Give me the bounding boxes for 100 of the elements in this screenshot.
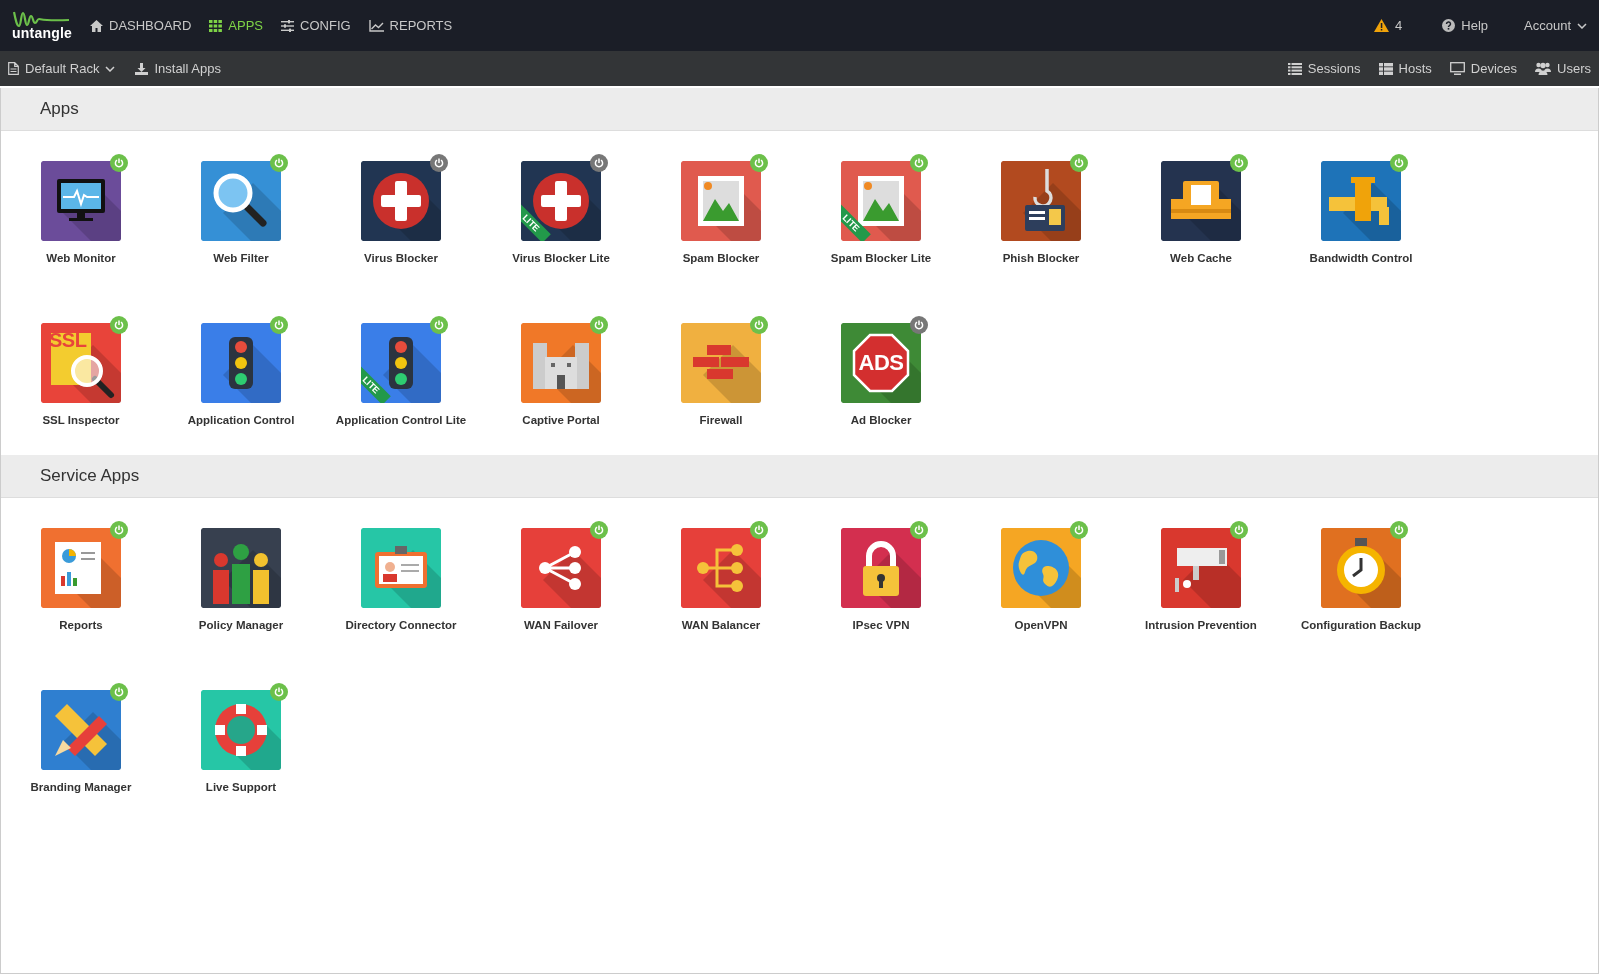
id-card-icon	[361, 528, 441, 608]
app-label[interactable]: Web Monitor	[11, 252, 151, 264]
power-icon	[1234, 158, 1244, 168]
power-button[interactable]	[110, 154, 128, 172]
toolbar-link[interactable]: Hosts	[1378, 58, 1432, 79]
power-icon	[1394, 158, 1404, 168]
app-label[interactable]: WAN Failover	[491, 619, 631, 631]
app-label[interactable]: Spam Blocker	[651, 252, 791, 264]
install-apps-button[interactable]: Install Apps	[135, 58, 221, 79]
monitor-icon	[1449, 62, 1465, 75]
castle-icon	[521, 323, 601, 403]
app-label[interactable]: OpenVPN	[971, 619, 1111, 631]
help-icon	[1442, 19, 1456, 32]
power-icon	[274, 320, 284, 330]
nav-tab[interactable]: CONFIG	[281, 14, 351, 37]
power-icon	[1074, 525, 1084, 535]
app-label[interactable]: Application Control Lite	[331, 414, 471, 426]
app-label[interactable]: Ad Blocker	[811, 414, 951, 426]
magnifier-icon	[201, 161, 281, 241]
stamp-icon	[841, 161, 921, 241]
traffic-light-icon	[361, 323, 441, 403]
padlock-icon	[841, 528, 921, 608]
logo-text: untangle	[12, 25, 72, 41]
document-icon	[8, 62, 19, 75]
logo-wave-icon	[13, 10, 71, 28]
power-icon	[594, 320, 604, 330]
security-camera-icon	[1161, 528, 1241, 608]
power-icon	[594, 158, 604, 168]
app-label[interactable]: IPsec VPN	[811, 619, 951, 631]
people-icon	[201, 528, 281, 608]
app-label[interactable]: Spam Blocker Lite	[811, 252, 951, 264]
pencil-ruler-icon	[41, 690, 121, 770]
power-icon	[434, 158, 444, 168]
app-label[interactable]: Firewall	[651, 414, 791, 426]
nav-tab[interactable]: REPORTS	[368, 14, 453, 37]
pipe-document-icon	[1161, 161, 1241, 241]
app-label[interactable]: Intrusion Prevention	[1131, 619, 1271, 631]
traffic-light-icon	[201, 323, 281, 403]
app-label[interactable]: Branding Manager	[11, 781, 151, 793]
list-icon	[1287, 62, 1302, 75]
app-label[interactable]: Application Control	[171, 414, 311, 426]
power-icon	[114, 158, 124, 168]
hook-card-icon	[1001, 161, 1081, 241]
report-page-icon	[41, 528, 121, 608]
power-icon	[114, 320, 124, 330]
app-label[interactable]: Configuration Backup	[1291, 619, 1431, 631]
branching-nodes-icon	[681, 528, 761, 608]
app-label[interactable]: Virus Blocker Lite	[491, 252, 631, 264]
share-nodes-icon	[521, 528, 601, 608]
plus-icon	[521, 161, 601, 241]
clock-icon	[1321, 528, 1401, 608]
power-button[interactable]	[1230, 154, 1248, 172]
app-label[interactable]: Reports	[11, 619, 151, 631]
app-label[interactable]: Web Cache	[1131, 252, 1271, 264]
app-label[interactable]: Captive Portal	[491, 414, 631, 426]
power-button[interactable]	[590, 154, 608, 172]
section-title: Service Apps	[40, 466, 140, 486]
app-label[interactable]: Bandwidth Control	[1291, 252, 1431, 264]
power-button[interactable]	[430, 154, 448, 172]
toolbar-link[interactable]: Devices	[1449, 58, 1518, 79]
help-link[interactable]: Help	[1442, 14, 1488, 37]
power-button[interactable]	[1070, 154, 1088, 172]
icon-text: ADS	[858, 350, 904, 376]
home-icon	[90, 19, 103, 32]
power-icon	[1394, 525, 1404, 535]
power-icon	[754, 525, 764, 535]
app-label[interactable]: Phish Blocker	[971, 252, 1111, 264]
nav-tab[interactable]: DASHBOARD	[90, 14, 192, 37]
power-icon	[754, 320, 764, 330]
plus-icon	[361, 161, 441, 241]
pipes-icon	[1321, 161, 1401, 241]
toolbar-link[interactable]: Sessions	[1287, 58, 1361, 79]
power-icon	[114, 525, 124, 535]
power-icon	[754, 158, 764, 168]
line-chart-icon	[368, 19, 384, 32]
grid-icon	[209, 19, 223, 32]
power-icon	[594, 525, 604, 535]
icon-text: SSL	[49, 329, 87, 352]
app-label[interactable]: Virus Blocker	[331, 252, 471, 264]
nav-tab[interactable]: APPS	[209, 14, 264, 37]
lifebuoy-icon	[201, 690, 281, 770]
caret-icon	[1577, 22, 1587, 29]
toolbar-link[interactable]: Users	[1535, 58, 1591, 79]
stamp-icon	[681, 161, 761, 241]
app-label[interactable]: SSL Inspector	[11, 414, 151, 426]
download-icon	[135, 62, 149, 75]
app-label[interactable]: Policy Manager	[171, 619, 311, 631]
rack-menu[interactable]: Default Rack	[8, 58, 116, 79]
section-title: Apps	[40, 99, 79, 119]
account-menu[interactable]: Account	[1524, 14, 1587, 37]
document-magnifier-icon	[41, 323, 121, 403]
app-label[interactable]: Web Filter	[171, 252, 311, 264]
power-icon	[274, 158, 284, 168]
monitor-icon	[41, 161, 121, 241]
sliders-icon	[281, 19, 295, 32]
app-label[interactable]: Live Support	[171, 781, 311, 793]
app-label[interactable]: WAN Balancer	[651, 619, 791, 631]
globe-icon	[1001, 528, 1081, 608]
app-label[interactable]: Directory Connector	[331, 619, 471, 631]
alerts-button[interactable]: 4	[1374, 14, 1403, 37]
